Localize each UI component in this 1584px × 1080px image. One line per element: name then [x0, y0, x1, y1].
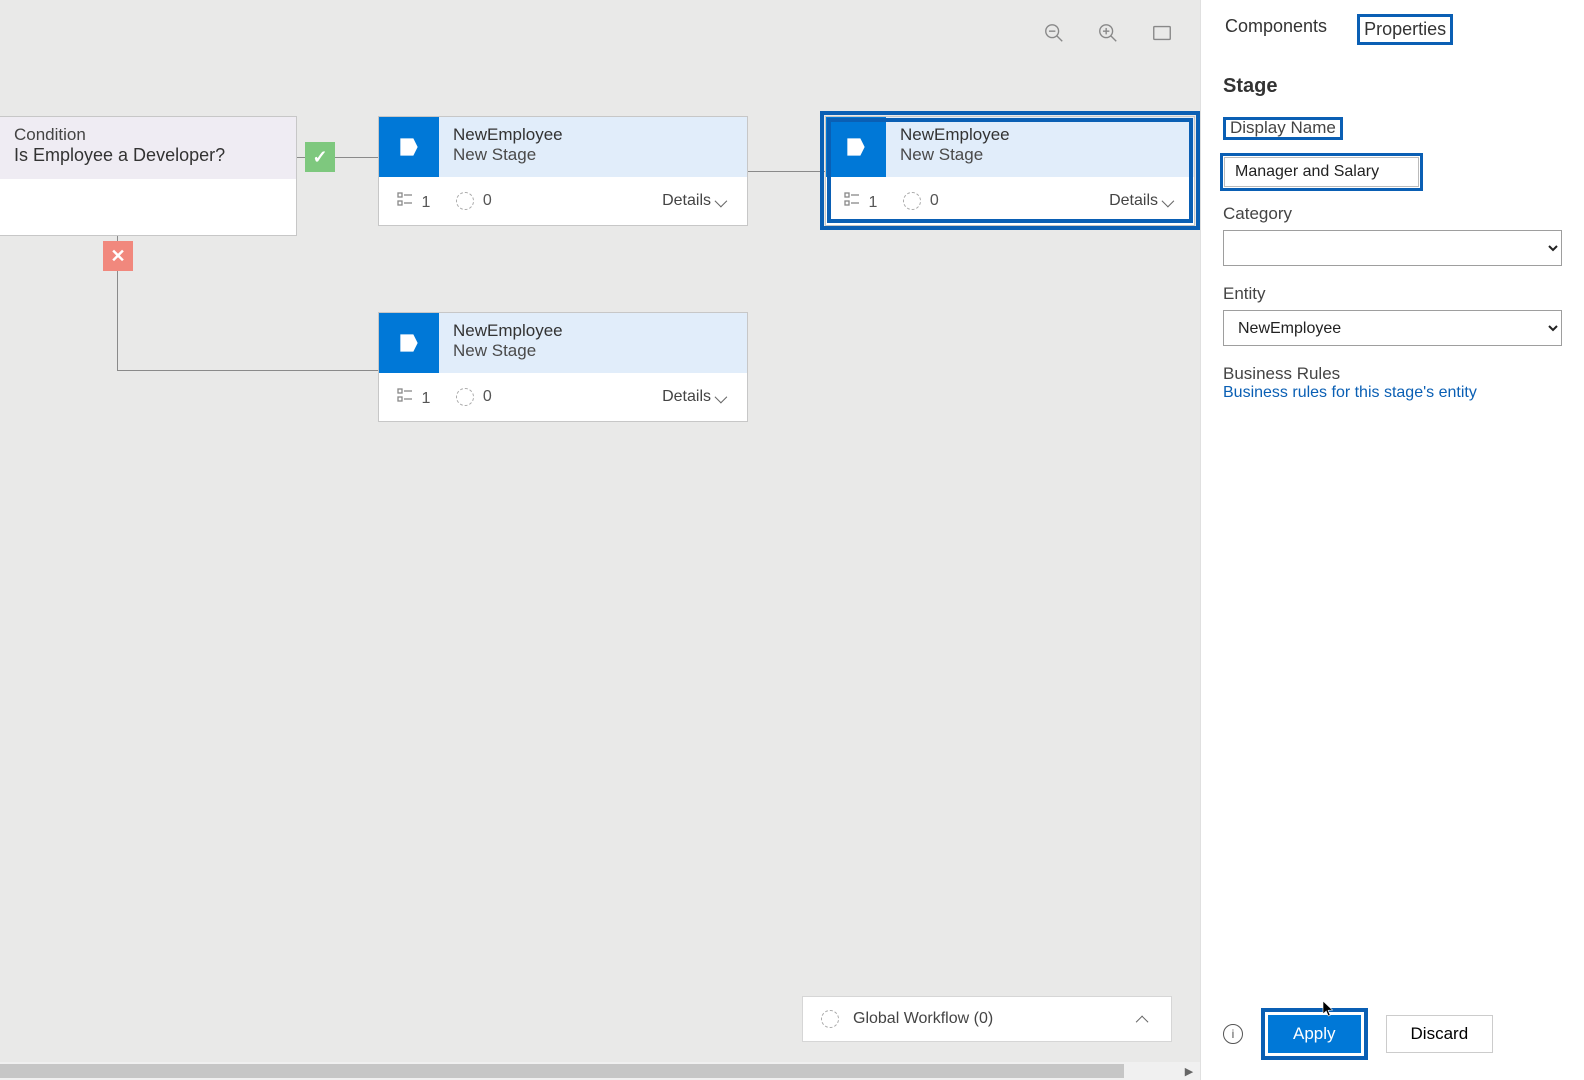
chevron-down-icon [715, 194, 729, 208]
stage-entity-label: NewEmployee [453, 321, 733, 341]
trigger-icon [903, 192, 921, 210]
category-label: Category [1223, 204, 1562, 224]
stage-body: 1 0 Details [826, 177, 1194, 225]
global-workflow-bar[interactable]: Global Workflow (0) [802, 996, 1172, 1042]
stage-header: NewEmployee New Stage [826, 117, 1194, 177]
stage-body: 1 0 Details [379, 177, 747, 225]
scrollbar-right-arrow[interactable]: ▶ [1182, 1062, 1196, 1080]
section-title: Stage [1223, 75, 1562, 98]
condition-type-label: Condition [14, 125, 282, 145]
scrollbar-thumb[interactable] [0, 1064, 1124, 1078]
entity-select[interactable]: NewEmployee [1223, 310, 1562, 346]
business-rules-link[interactable]: Business rules for this stage's entity [1223, 384, 1562, 402]
triggers-count: 0 [456, 192, 491, 210]
apply-highlight: Apply [1261, 1008, 1368, 1060]
branch-yes-icon [305, 142, 335, 172]
triggers-count: 0 [903, 192, 938, 210]
stage-node[interactable]: NewEmployee New Stage 1 0 Details [378, 116, 748, 226]
category-select[interactable] [1223, 230, 1562, 266]
panel-footer: i Apply Discard [1201, 1008, 1584, 1060]
steps-count: 1 [397, 191, 430, 212]
stage-flag-icon [826, 117, 886, 177]
chevron-down-icon [715, 390, 729, 404]
stage-node-selected[interactable]: NewEmployee New Stage 1 0 Details [825, 116, 1195, 226]
steps-icon [397, 387, 413, 403]
horizontal-scrollbar[interactable]: ▶ [0, 1062, 1200, 1080]
display-name-input[interactable] [1224, 157, 1419, 187]
stage-node[interactable]: NewEmployee New Stage 1 0 Details [378, 312, 748, 422]
stage-flag-icon [379, 313, 439, 373]
connector-line [335, 157, 378, 158]
chevron-up-icon [1139, 1012, 1153, 1026]
stage-header: NewEmployee New Stage [379, 313, 747, 373]
trigger-icon [456, 192, 474, 210]
stage-details-toggle[interactable]: Details [662, 192, 729, 210]
details-label: Details [1109, 192, 1158, 210]
business-rules-heading: Business Rules [1223, 364, 1562, 384]
condition-text: Is Employee a Developer? [14, 145, 282, 166]
stage-name-label: New Stage [453, 145, 733, 165]
tab-properties[interactable]: Properties [1357, 14, 1453, 45]
entity-label: Entity [1223, 284, 1562, 304]
stage-name-label: New Stage [900, 145, 1180, 165]
triggers-count: 0 [456, 388, 491, 406]
connector-line [748, 171, 828, 172]
trigger-icon [456, 388, 474, 406]
steps-count: 1 [844, 191, 877, 212]
condition-header: Condition Is Employee a Developer? [0, 117, 296, 179]
designer-canvas[interactable]: Condition Is Employee a Developer? NewEm… [0, 0, 1200, 1080]
global-workflow-label: Global Workflow (0) [853, 1010, 993, 1028]
connector-line [117, 370, 378, 371]
properties-panel: Components Properties Stage Display Name… [1200, 0, 1584, 1080]
steps-icon [397, 191, 413, 207]
zoom-out-icon[interactable] [1041, 20, 1067, 46]
stage-details-toggle[interactable]: Details [1109, 192, 1176, 210]
fit-to-screen-icon[interactable] [1149, 20, 1175, 46]
stage-entity-label: NewEmployee [453, 125, 733, 145]
branch-no-icon [103, 241, 133, 271]
apply-button[interactable]: Apply [1268, 1015, 1361, 1053]
canvas-tools [1041, 20, 1175, 46]
info-icon[interactable]: i [1223, 1024, 1243, 1044]
details-label: Details [662, 192, 711, 210]
cursor-icon [1321, 1000, 1335, 1018]
steps-icon [844, 191, 860, 207]
panel-tabs: Components Properties [1201, 0, 1584, 53]
stage-body: 1 0 Details [379, 373, 747, 421]
display-name-label: Display Name [1230, 118, 1336, 138]
stage-flag-icon [379, 117, 439, 177]
tab-components[interactable]: Components [1221, 14, 1331, 45]
stage-entity-label: NewEmployee [900, 125, 1180, 145]
stage-name-label: New Stage [453, 341, 733, 361]
discard-button[interactable]: Discard [1386, 1015, 1494, 1053]
chevron-down-icon [1162, 194, 1176, 208]
details-label: Details [662, 388, 711, 406]
condition-node[interactable]: Condition Is Employee a Developer? [0, 116, 297, 236]
steps-count: 1 [397, 387, 430, 408]
workflow-icon [821, 1010, 839, 1028]
stage-details-toggle[interactable]: Details [662, 388, 729, 406]
zoom-in-icon[interactable] [1095, 20, 1121, 46]
stage-header: NewEmployee New Stage [379, 117, 747, 177]
